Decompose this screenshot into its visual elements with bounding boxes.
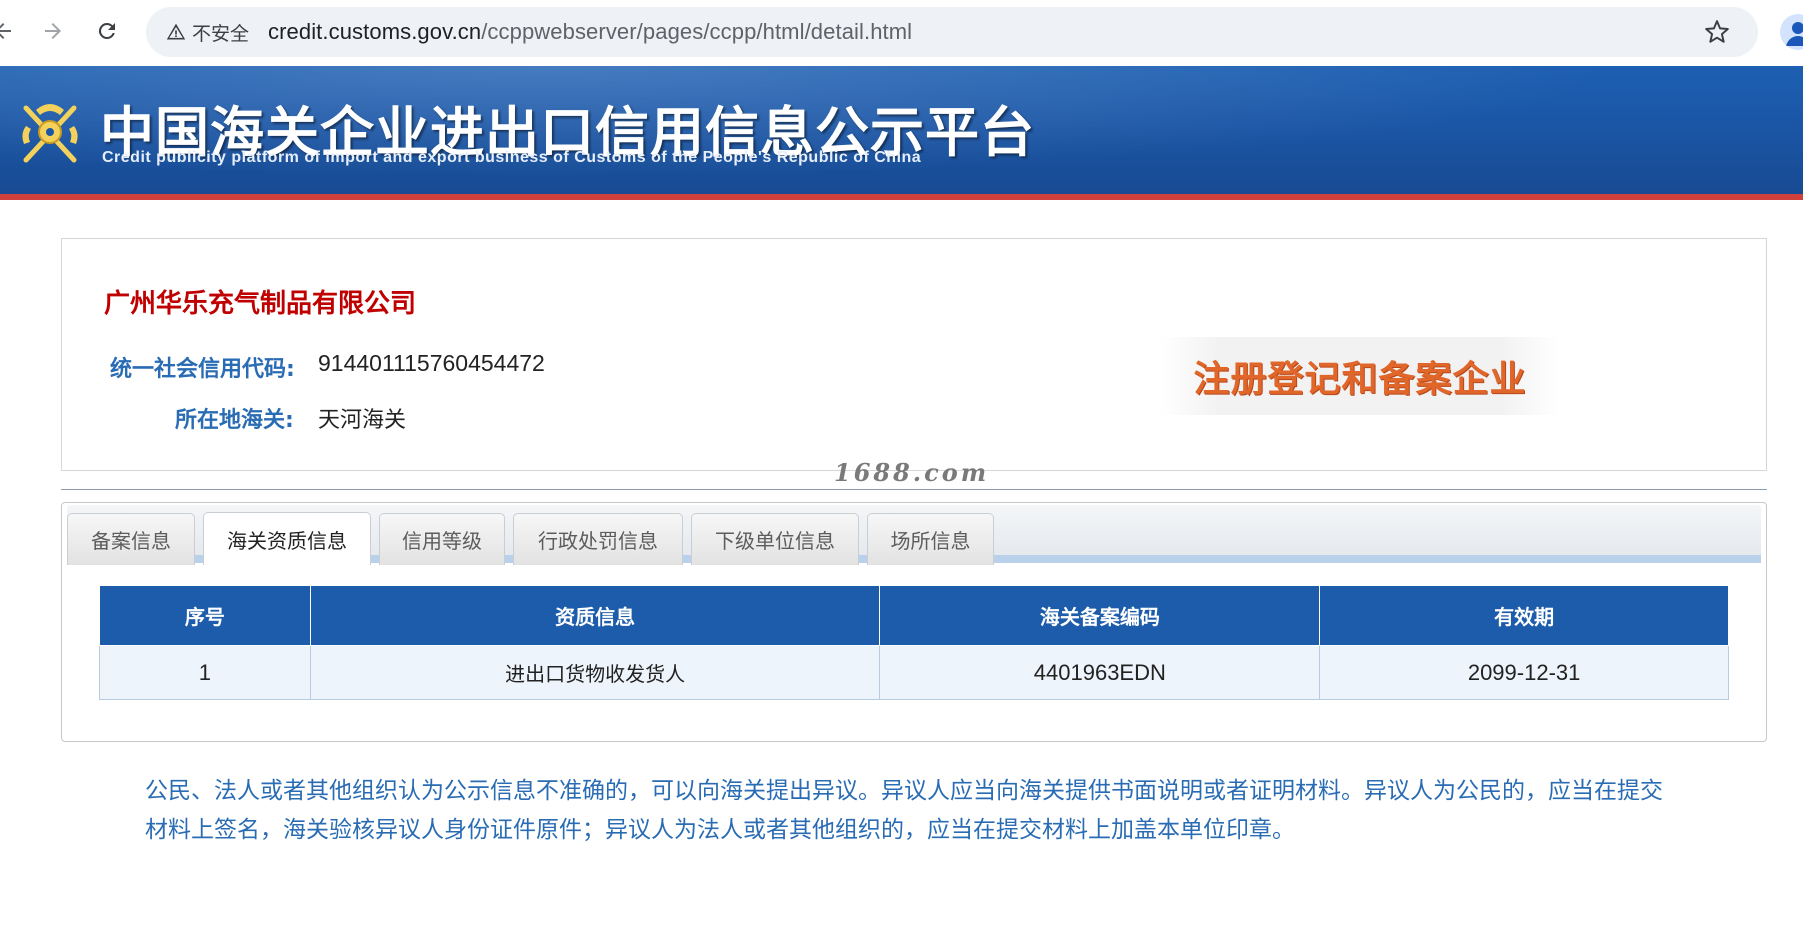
- registration-status-badge: 注册登记和备案企业: [1160, 337, 1560, 415]
- column-header-qualification: 资质信息: [309, 585, 881, 646]
- credit-code-value: 914401115760454472: [318, 350, 545, 376]
- site-subtitle: Credit publicity platform of import and …: [102, 149, 922, 166]
- back-arrow-icon[interactable]: [0, 14, 20, 48]
- warning-triangle-icon: [166, 22, 186, 42]
- star-icon[interactable]: [1704, 19, 1730, 49]
- customs-label: 所在地海关:: [175, 408, 294, 433]
- customs-value: 天河海关: [318, 408, 407, 433]
- tab-credit-rating[interactable]: 信用等级: [379, 513, 505, 565]
- security-indicator[interactable]: 不安全: [158, 16, 259, 48]
- reload-icon[interactable]: [90, 14, 124, 48]
- qualification-table: 序号 资质信息 海关备案编码 有效期 1 进出口货物收发货人 4401963ED…: [99, 585, 1729, 700]
- table-row: 1 进出口货物收发货人 4401963EDN 2099-12-31: [99, 645, 1729, 700]
- security-label: 不安全: [192, 22, 250, 45]
- tab-filing-info[interactable]: 备案信息: [67, 513, 195, 565]
- cell-customs-code: 4401963EDN: [879, 645, 1321, 700]
- cell-qualification: 进出口货物收发货人: [309, 645, 881, 700]
- tab-panel: 备案信息 海关资质信息 信用等级 行政处罚信息 下级单位信息 场所信息 序号 资…: [61, 502, 1767, 742]
- credit-code-label: 统一社会信用代码:: [110, 357, 295, 382]
- url-text[interactable]: credit.customs.gov.cn/ccppwebserver/page…: [268, 19, 912, 45]
- tab-site-info[interactable]: 场所信息: [867, 513, 994, 565]
- browser-toolbar: 不安全 credit.customs.gov.cn/ccppwebserver/…: [0, 0, 1803, 66]
- table-header-row: 序号 资质信息 海关备案编码 有效期: [99, 585, 1729, 646]
- registration-status-text: 注册登记和备案企业: [1193, 359, 1527, 400]
- cell-serial: 1: [99, 645, 311, 700]
- company-name: 广州华乐充气制品有限公司: [104, 289, 417, 319]
- url-host: credit.customs.gov.cn: [268, 19, 482, 44]
- divider: [61, 489, 1767, 490]
- profile-icon[interactable]: [1780, 14, 1803, 50]
- column-header-validity: 有效期: [1319, 585, 1729, 646]
- url-path: /ccppwebserver/pages/ccpp/html/detail.ht…: [481, 19, 913, 44]
- company-info-card: 广州华乐充气制品有限公司 统一社会信用代码: 91440111576045447…: [61, 238, 1767, 471]
- watermark: 1688.com: [834, 458, 990, 487]
- site-header-banner: 中国海关企业进出口信用信息公示平台 Credit publicity platf…: [0, 66, 1803, 196]
- cell-validity: 2099-12-31: [1319, 645, 1729, 700]
- objection-notice: 公民、法人或者其他组织认为公示信息不准确的，可以向海关提出异议。异议人应当向海关…: [145, 778, 1663, 843]
- column-header-serial: 序号: [99, 585, 311, 646]
- tab-subordinate-units[interactable]: 下级单位信息: [691, 513, 859, 565]
- forward-arrow-icon[interactable]: [36, 14, 70, 48]
- header-accent-line: [0, 194, 1803, 200]
- column-header-customs-code: 海关备案编码: [879, 585, 1321, 646]
- tab-customs-qualification[interactable]: 海关资质信息: [203, 512, 371, 565]
- customs-emblem-icon: [16, 96, 84, 168]
- tab-administrative-penalty[interactable]: 行政处罚信息: [513, 513, 683, 565]
- address-bar[interactable]: 不安全 credit.customs.gov.cn/ccppwebserver/…: [146, 7, 1758, 57]
